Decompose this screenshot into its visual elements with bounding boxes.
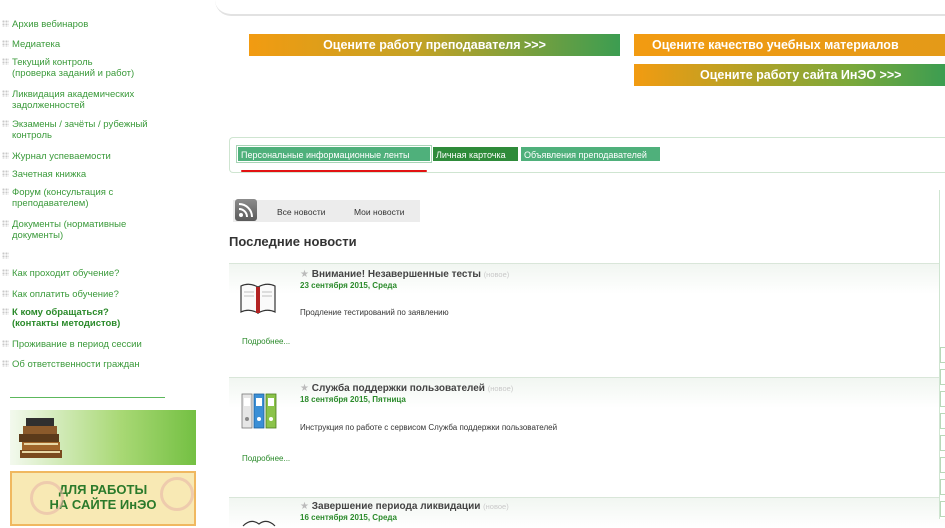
rate-site-button[interactable]: Оцените работу сайта ИнЭО >>>	[634, 64, 945, 86]
browser-icon	[160, 477, 194, 511]
bullet-icon	[2, 290, 9, 297]
bullet-icon	[2, 360, 9, 367]
right-panel-tab[interactable]	[940, 435, 945, 451]
sidebar-item-label: Текущий контроль (проверка заданий и раб…	[12, 57, 135, 79]
sidebar-item[interactable]: Проживание в период сессии	[2, 339, 142, 350]
annotation-underline	[241, 170, 427, 172]
sidebar-item-label: Ликвидация академических задолженностей	[12, 89, 135, 111]
bullet-icon	[2, 269, 9, 276]
news-text: Инструкция по работе с сервисом Служба п…	[300, 423, 558, 432]
tab-personal-feeds[interactable]: Персональные информационные ленты	[236, 145, 432, 163]
sidebar-item-label: Медиатека	[12, 39, 61, 50]
bullet-icon	[2, 152, 9, 159]
sidebar-item[interactable]: Как оплатить обучение?	[2, 289, 119, 300]
sidebar-divider	[10, 397, 165, 398]
news-item: ★ Внимание! Незавершенные тесты (новое) …	[229, 263, 945, 369]
tab-personal-card[interactable]: Личная карточка	[432, 146, 519, 162]
sidebar-item-label: Экзамены / зачёты / рубежный контроль	[12, 119, 148, 141]
sidebar-item-label: Форум (консультация с преподавателем)	[12, 187, 114, 209]
bullet-icon	[2, 252, 9, 259]
read-more-link[interactable]: Подробнее...	[242, 337, 290, 346]
rate-teacher-button[interactable]: Оцените работу преподавателя >>>	[249, 34, 620, 56]
right-panel-tab[interactable]	[940, 391, 945, 407]
browser-banner[interactable]: ДЛЯ РАБОТЫ НА САЙТЕ ИнЭО	[10, 471, 196, 526]
news-date: 16 сентября 2015, Среда	[300, 513, 397, 522]
sidebar-item[interactable]: Текущий контроль (проверка заданий и раб…	[2, 57, 134, 79]
sidebar-item-label: Журнал успеваемости	[12, 151, 111, 162]
bullet-icon	[2, 40, 9, 47]
bullet-icon	[2, 120, 9, 127]
news-date: 23 сентября 2015, Среда	[300, 281, 397, 290]
right-panel-tab[interactable]	[940, 347, 945, 363]
books-icon	[19, 418, 62, 458]
bullet-icon	[2, 340, 9, 347]
sidebar-item-label: Проживание в период сессии	[12, 339, 142, 350]
right-panel-tab[interactable]	[940, 479, 945, 495]
sidebar-item-label: Документы (нормативные документы)	[12, 219, 127, 241]
bullet-icon	[2, 308, 9, 315]
bullet-icon	[2, 188, 9, 195]
new-badge: (новое)	[483, 502, 509, 511]
tab-teacher-ads[interactable]: Объявления преподавателей	[520, 146, 661, 162]
chrome-icon	[30, 481, 64, 515]
read-more-link[interactable]: Подробнее...	[242, 454, 290, 463]
rate-materials-button[interactable]: Оцените качество учебных материалов	[634, 34, 945, 56]
sidebar-item-label: Как оплатить обучение?	[12, 289, 119, 300]
bullet-icon	[2, 58, 9, 65]
sidebar-item[interactable]: К кому обращаться? (контакты методистов)	[2, 307, 120, 329]
sidebar-item[interactable]: Об ответственности граждан	[2, 359, 140, 370]
star-icon[interactable]: ★	[300, 383, 309, 394]
sidebar: Архив вебинаров Медиатека Текущий контроль…	[0, 0, 205, 526]
tab-my-news[interactable]: Мои новости	[354, 207, 404, 217]
sidebar-item[interactable]: Медиатека	[2, 39, 60, 50]
top-frame	[215, 0, 945, 16]
star-icon[interactable]: ★	[300, 501, 309, 512]
star-icon[interactable]: ★	[300, 269, 309, 280]
book-icon	[242, 520, 276, 527]
news-title-text[interactable]: Внимание! Незавершенные тесты	[312, 269, 481, 280]
news-title[interactable]: ★ Служба поддержки пользователей (новое)	[300, 383, 513, 394]
sidebar-item[interactable]: Экзамены / зачёты / рубежный контроль	[2, 119, 148, 141]
sidebar-item[interactable]: Журнал успеваемости	[2, 151, 111, 162]
bullet-icon	[2, 90, 9, 97]
right-panel-tab[interactable]	[940, 413, 945, 429]
news-item: ★ Служба поддержки пользователей (новое)…	[229, 377, 945, 493]
news-title-text[interactable]: Завершение периода ликвидации	[312, 501, 481, 512]
sidebar-item-label: Архив вебинаров	[12, 19, 89, 30]
sidebar-item[interactable]: Документы (нормативные документы)	[2, 219, 126, 241]
sidebar-item-label: Об ответственности граждан	[12, 359, 140, 370]
rss-glyph	[238, 203, 253, 218]
news-title-text[interactable]: Служба поддержки пользователей	[312, 383, 485, 394]
binders-icon	[241, 393, 277, 429]
sidebar-item-label: Зачетная книжка	[12, 169, 87, 180]
sidebar-item-label: Как проходит обучение?	[12, 268, 120, 279]
sidebar-item[interactable]: Как проходит обучение?	[2, 268, 119, 279]
bullet-icon	[2, 20, 9, 27]
right-panel-tab[interactable]	[940, 501, 945, 517]
bullet-icon	[2, 170, 9, 177]
news-date: 18 сентября 2015, Пятница	[300, 395, 406, 404]
sidebar-item[interactable]: Ликвидация академических задолженностей	[2, 89, 134, 111]
rss-icon[interactable]	[235, 199, 257, 221]
news-text: Продление тестирований по заявлению	[300, 308, 449, 317]
news-heading: Последние новости	[229, 234, 357, 249]
right-panel-tab[interactable]	[940, 369, 945, 385]
bullet-icon	[2, 220, 9, 227]
open-book-icon	[240, 283, 276, 315]
books-banner[interactable]	[10, 410, 196, 465]
news-title[interactable]: ★ Внимание! Незавершенные тесты (новое)	[300, 269, 509, 280]
sidebar-item[interactable]: Форум (консультация с преподавателем)	[2, 187, 113, 209]
sidebar-item[interactable]: Архив вебинаров	[2, 19, 88, 30]
sidebar-item[interactable]: Зачетная книжка	[2, 169, 86, 180]
news-title[interactable]: ★ Завершение периода ликвидации (новое)	[300, 501, 509, 512]
tab-all-news[interactable]: Все новости	[277, 207, 325, 217]
right-panel-tab[interactable]	[940, 457, 945, 473]
sidebar-item-label: К кому обращаться? (контакты методистов)	[12, 307, 121, 329]
news-item: ★ Завершение периода ликвидации (новое) …	[229, 497, 945, 528]
new-badge: (новое)	[483, 270, 510, 279]
new-badge: (новое)	[487, 384, 514, 393]
